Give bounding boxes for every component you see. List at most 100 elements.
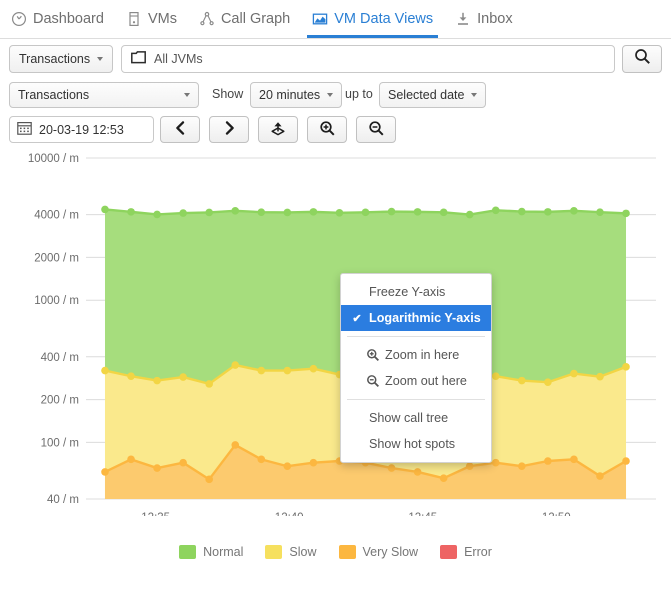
upto-select[interactable]: Selected date xyxy=(379,82,487,108)
tab-vm-data-views[interactable]: VM Data Views xyxy=(301,1,444,38)
tab-call-graph[interactable]: Call Graph xyxy=(188,1,301,38)
menu-item-zoom-in-here[interactable]: Zoom in here xyxy=(341,342,491,368)
data-point[interactable] xyxy=(231,361,240,369)
data-point[interactable] xyxy=(491,458,500,467)
chart-context-menu[interactable]: Freeze Y-axis ✔ Logarithmic Y-axis Zoom in … xyxy=(340,273,492,463)
gauge-icon xyxy=(11,11,27,27)
search-input[interactable]: All JVMs xyxy=(121,45,615,73)
data-point[interactable] xyxy=(361,208,370,217)
data-point[interactable] xyxy=(570,369,578,378)
legend-item[interactable]: Normal xyxy=(179,545,243,559)
scope-dropdown[interactable]: Transactions xyxy=(9,45,114,73)
data-point[interactable] xyxy=(153,210,161,219)
tab-label: VM Data Views xyxy=(334,11,434,27)
data-point[interactable] xyxy=(257,366,266,375)
time-range-select[interactable]: 20 minutes xyxy=(250,82,343,108)
data-point[interactable] xyxy=(309,208,318,216)
data-point[interactable] xyxy=(622,209,630,218)
data-point[interactable] xyxy=(518,376,526,385)
data-point[interactable] xyxy=(283,462,292,471)
previous-button[interactable] xyxy=(160,116,200,143)
legend-item[interactable]: Slow xyxy=(265,545,317,559)
menu-item-zoom-out-here[interactable]: Zoom out here xyxy=(341,368,491,394)
data-point[interactable] xyxy=(257,208,266,216)
y-axis-tick-label: 1000 / m xyxy=(34,295,79,307)
export-button[interactable] xyxy=(258,116,298,143)
data-point[interactable] xyxy=(153,376,161,385)
data-point[interactable] xyxy=(101,468,109,476)
data-point[interactable] xyxy=(439,474,448,483)
data-point[interactable] xyxy=(596,208,604,216)
data-point[interactable] xyxy=(570,207,578,215)
menu-item-logarithmic-y-axis[interactable]: ✔ Logarithmic Y-axis xyxy=(341,305,491,331)
view-select[interactable]: Transactions xyxy=(9,82,199,108)
data-point[interactable] xyxy=(231,207,240,215)
data-point[interactable] xyxy=(309,458,318,467)
data-point[interactable] xyxy=(101,205,109,214)
data-point[interactable] xyxy=(179,373,187,381)
data-point[interactable] xyxy=(179,458,187,467)
data-point[interactable] xyxy=(283,208,292,217)
data-point[interactable] xyxy=(465,210,474,219)
data-point[interactable] xyxy=(518,207,526,216)
tab-dashboard[interactable]: Dashboard xyxy=(0,1,115,38)
data-point[interactable] xyxy=(335,208,344,217)
zoom-out-button[interactable] xyxy=(356,116,396,143)
data-point[interactable] xyxy=(596,472,604,480)
y-axis-tick-label: 40 / m xyxy=(47,494,79,506)
data-point[interactable] xyxy=(205,475,213,484)
data-point[interactable] xyxy=(596,372,604,381)
data-point[interactable] xyxy=(491,206,500,215)
data-point[interactable] xyxy=(231,441,240,449)
data-point[interactable] xyxy=(544,378,552,387)
tab-inbox[interactable]: Inbox xyxy=(444,1,523,38)
y-axis-tick-label: 200 / m xyxy=(41,395,79,407)
data-point[interactable] xyxy=(413,208,422,216)
data-point[interactable] xyxy=(518,462,526,471)
data-point[interactable] xyxy=(179,209,187,217)
data-point[interactable] xyxy=(127,208,135,216)
data-point[interactable] xyxy=(465,462,474,471)
data-point[interactable] xyxy=(101,366,109,375)
zoom-in-icon xyxy=(319,120,336,140)
menu-item-show-call-tree[interactable]: Show call tree xyxy=(341,405,491,431)
data-point[interactable] xyxy=(439,208,448,217)
menu-item-freeze-y-axis[interactable]: Freeze Y-axis xyxy=(341,279,491,305)
calendar-icon xyxy=(17,121,32,138)
date-input[interactable]: 20-03-19 12:53 xyxy=(9,116,154,143)
next-button[interactable] xyxy=(209,116,249,143)
menu-item-show-hot-spots[interactable]: Show hot spots xyxy=(341,431,491,457)
y-axis-tick-label: 100 / m xyxy=(41,437,79,449)
zoom-out-icon xyxy=(368,120,385,140)
date-navigation-row: 20-03-19 12:53 xyxy=(0,116,671,146)
legend-item[interactable]: Error xyxy=(440,545,492,559)
data-point[interactable] xyxy=(413,468,422,476)
legend-swatch xyxy=(338,545,356,559)
chart-canvas[interactable]: 10000 / m 4000 / m 2000 / m 1000 / m 400 / m… xyxy=(0,146,671,516)
search-toolbar-row: Transactions All JVMs xyxy=(0,44,671,78)
data-point[interactable] xyxy=(309,364,318,373)
data-point[interactable] xyxy=(544,208,552,216)
data-point[interactable] xyxy=(570,455,578,464)
data-point[interactable] xyxy=(153,464,161,472)
data-point[interactable] xyxy=(127,455,135,464)
search-button[interactable] xyxy=(622,45,662,73)
data-point[interactable] xyxy=(283,366,292,375)
data-point[interactable] xyxy=(491,372,500,381)
data-point[interactable] xyxy=(257,455,266,464)
x-axis-tick-label: 12:45 xyxy=(408,512,437,516)
transactions-area-chart[interactable]: 10000 / m 4000 / m 2000 / m 1000 / m 400 / m… xyxy=(0,146,671,589)
data-point[interactable] xyxy=(387,207,396,216)
data-point[interactable] xyxy=(205,208,213,217)
legend-item[interactable]: Very Slow xyxy=(338,545,418,559)
data-point[interactable] xyxy=(387,464,396,472)
zoom-in-button[interactable] xyxy=(307,116,347,143)
data-point[interactable] xyxy=(127,372,135,381)
data-point[interactable] xyxy=(205,380,213,388)
data-point[interactable] xyxy=(622,363,630,371)
tab-vms[interactable]: VMs xyxy=(115,1,188,38)
legend-swatch xyxy=(440,545,458,559)
data-point[interactable] xyxy=(544,457,552,465)
show-label: Show xyxy=(212,87,244,101)
data-point[interactable] xyxy=(622,457,630,465)
